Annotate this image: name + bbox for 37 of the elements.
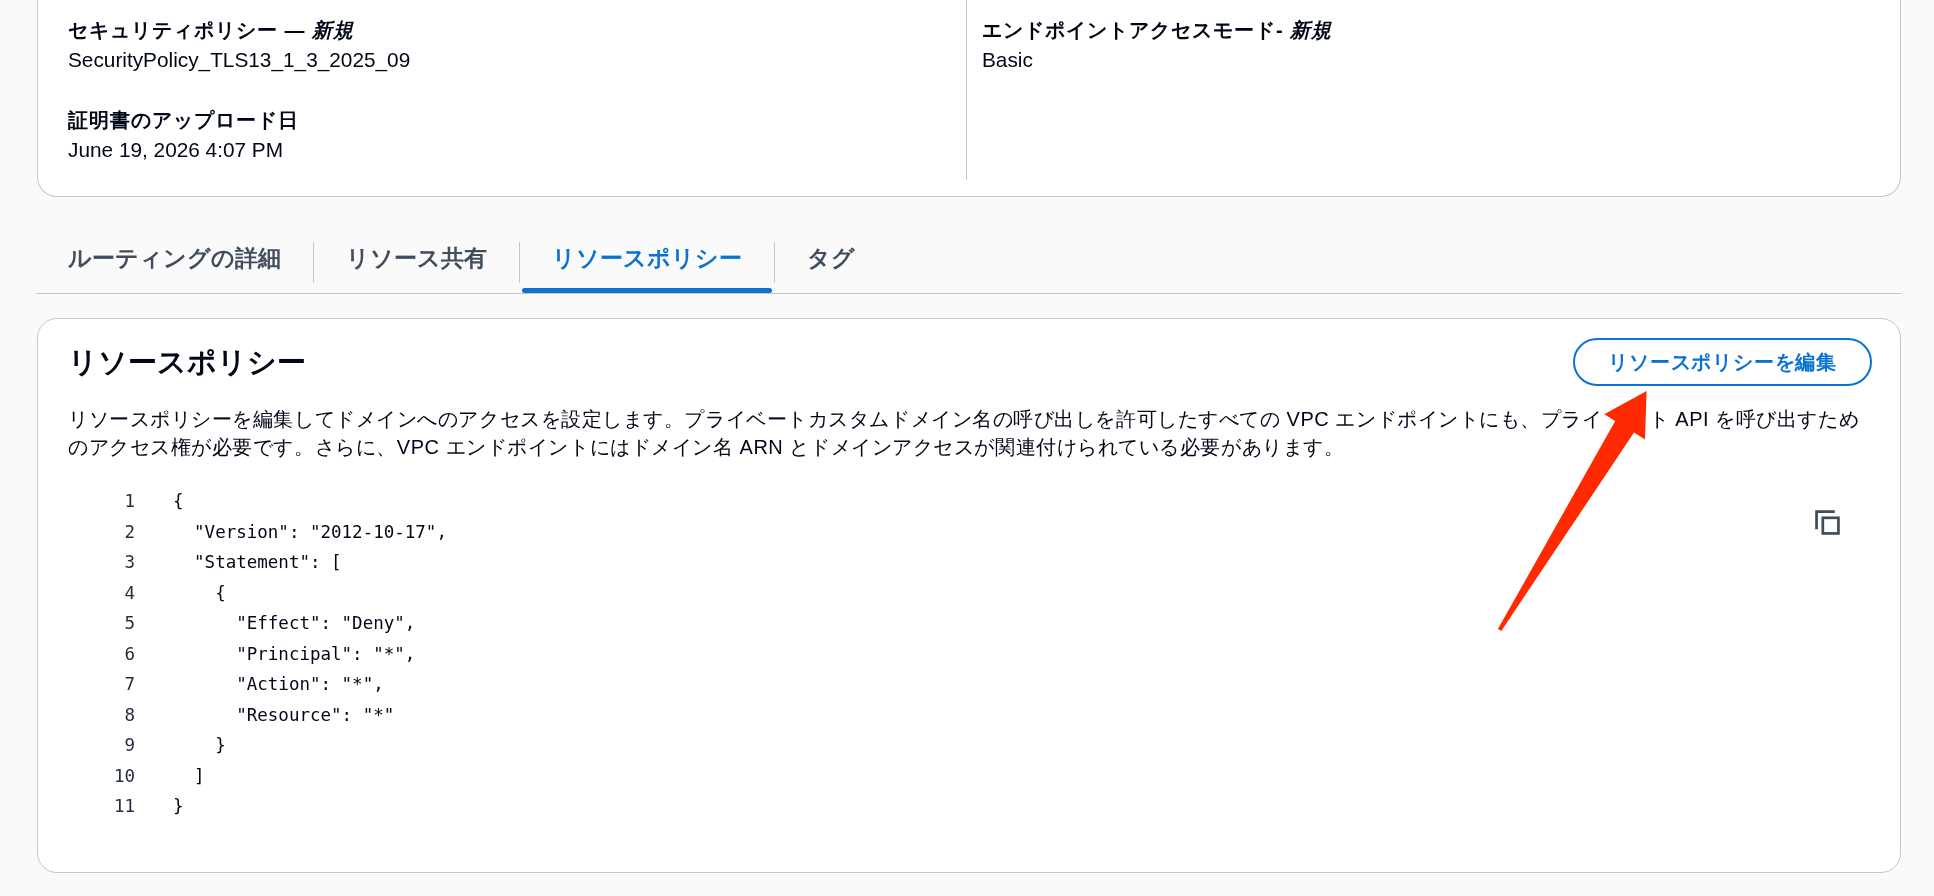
line-number: 3 bbox=[123, 551, 135, 575]
tab[interactable]: ルーティングの詳細 bbox=[36, 229, 313, 293]
code-line: { bbox=[173, 490, 184, 514]
edit-policy-button[interactable]: リソースポリシーを編集 bbox=[1573, 338, 1872, 386]
code-line: } bbox=[214, 734, 226, 758]
field-value: June 19, 2026 4:07 PM bbox=[68, 137, 284, 163]
line-number: 8 bbox=[123, 703, 135, 727]
field-label: セキュリティポリシー — 新規 bbox=[68, 18, 355, 43]
line-number: 5 bbox=[123, 612, 135, 636]
code-line: "Resource": "*" bbox=[235, 703, 395, 727]
line-number: 6 bbox=[123, 642, 135, 666]
code-line: { bbox=[214, 581, 226, 605]
description: リソースポリシーを編集してドメインへのアクセスを設定します。プライベートカスタムドメイン名の呼び出しを許可したすべての VPC エンドポイントにも、プライ ト API を呼び出すためのアクセス権が必要です。さらに、VPC エンドポイントにはドメイン名 ARN とドメインアクセスが関連付けられている必要があります。 bbox=[68, 407, 1861, 460]
line-number: 9 bbox=[123, 734, 135, 758]
tab[interactable]: リソース共有 bbox=[314, 229, 519, 293]
line-number: 2 bbox=[123, 520, 135, 544]
line-number: 11 bbox=[112, 795, 135, 819]
code-line: "Effect": "Deny", bbox=[235, 612, 416, 636]
copy-button[interactable] bbox=[1815, 510, 1840, 535]
tab[interactable]: タグ bbox=[775, 229, 887, 293]
section-title: リソースポリシー bbox=[68, 345, 306, 380]
tab[interactable]: リソースポリシー bbox=[520, 229, 774, 293]
field-label: 証明書のアップロード日 bbox=[68, 108, 299, 133]
line-number: 10 bbox=[112, 764, 135, 788]
copy-icon bbox=[1815, 510, 1840, 535]
code-line: ] bbox=[193, 764, 205, 788]
line-number: 1 bbox=[123, 490, 135, 514]
code-line: "Statement": [ bbox=[193, 551, 342, 575]
field-value: SecurityPolicy_TLS13_1_3_2025_09 bbox=[68, 47, 411, 74]
field-label: エンドポイントアクセスモード- 新規 bbox=[982, 18, 1333, 43]
code-line: "Version": "2012-10-17", bbox=[193, 520, 447, 544]
code-line: } bbox=[173, 795, 184, 819]
code-line: "Principal": "*", bbox=[235, 642, 416, 666]
field-value: Basic bbox=[982, 47, 1033, 73]
code-line: "Action": "*", bbox=[235, 673, 384, 697]
line-number: 4 bbox=[123, 581, 135, 605]
line-number: 7 bbox=[123, 673, 135, 697]
